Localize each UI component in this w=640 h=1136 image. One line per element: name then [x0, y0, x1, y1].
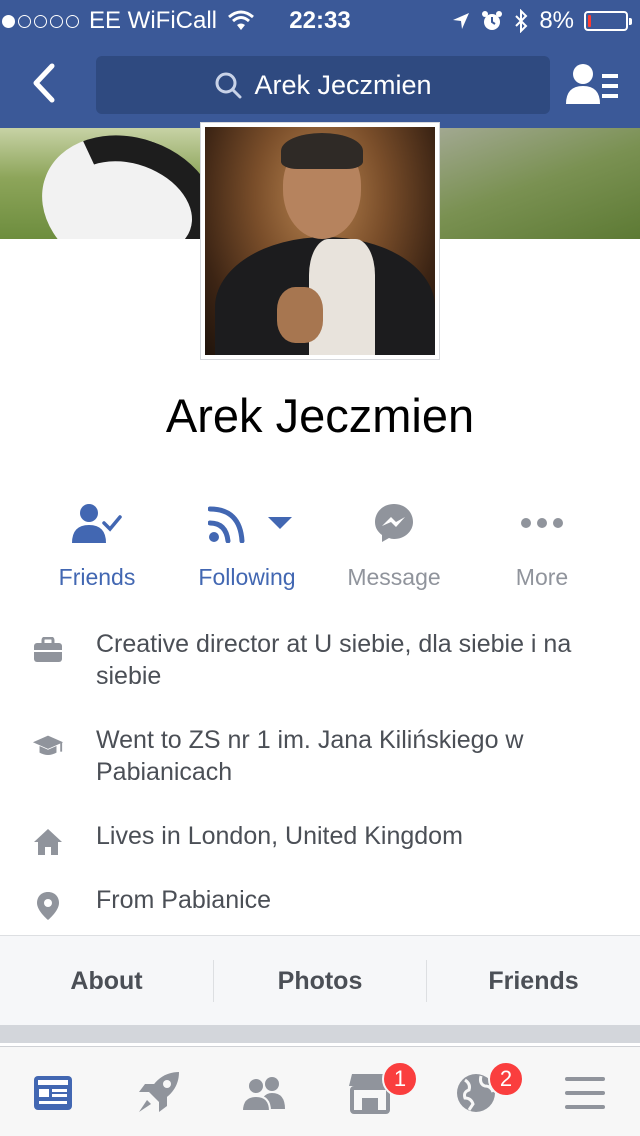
profile-tabs: About Photos Friends	[0, 935, 640, 1025]
notifications-badge: 2	[488, 1061, 524, 1097]
status-bar: EE WiFiCall 22:33 8%	[0, 0, 640, 40]
friends-button-label: Friends	[58, 564, 136, 590]
profile-actions: Friends Following Message More	[0, 488, 640, 598]
tab-about[interactable]: About	[0, 936, 213, 1026]
tab-notifications[interactable]: 2	[446, 1061, 524, 1123]
menu-icon	[565, 1077, 605, 1109]
bluetooth-icon	[515, 9, 528, 33]
tab-menu[interactable]	[555, 1063, 615, 1123]
section-separator	[0, 1025, 640, 1043]
intro-education-text: Went to ZS nr 1 im. Jana Kilińskiego w P…	[96, 726, 524, 786]
tab-news-feed[interactable]	[23, 1063, 83, 1123]
location-pin-icon	[37, 892, 59, 920]
location-arrow-icon	[453, 13, 470, 29]
tab-friends-bar[interactable]	[234, 1063, 294, 1123]
status-right: 8%	[451, 7, 632, 35]
messenger-icon	[375, 504, 413, 542]
profile-picture[interactable]	[200, 122, 440, 360]
more-button-label: More	[515, 564, 569, 590]
following-button-label: Following	[198, 564, 296, 590]
message-button[interactable]: Message	[319, 488, 469, 598]
graduation-cap-icon	[32, 735, 64, 755]
battery-icon	[584, 11, 632, 31]
rss-follow-icon	[208, 506, 245, 543]
home-icon	[34, 829, 62, 855]
search-icon	[215, 72, 242, 99]
intro-from-text: From Pabianice	[96, 886, 272, 914]
friends-icon	[241, 1077, 285, 1111]
alarm-icon	[482, 11, 503, 30]
tab-photos[interactable]: Photos	[214, 936, 426, 1026]
briefcase-icon	[34, 637, 62, 662]
following-button[interactable]: Following	[172, 488, 322, 598]
news-feed-icon	[34, 1076, 72, 1110]
marketplace-badge: 1	[382, 1061, 418, 1097]
rocket-icon	[139, 1072, 179, 1112]
friends-check-icon	[72, 504, 122, 543]
more-button[interactable]: More	[467, 488, 617, 598]
chevron-down-icon	[268, 517, 292, 529]
top-bar: EE WiFiCall 22:33 8% Arek Jeczmien	[0, 0, 640, 128]
nav-bar: Arek Jeczmien	[0, 40, 640, 128]
message-button-label: Message	[347, 564, 441, 590]
back-chevron-icon[interactable]	[24, 58, 64, 108]
tab-marketplace[interactable]: 1	[340, 1061, 418, 1123]
search-text: Arek Jeczmien	[254, 69, 432, 100]
tab-friends[interactable]: Friends	[427, 936, 640, 1026]
profile-name: Arek Jeczmien	[165, 389, 475, 442]
intro-lives-text: Lives in London, United Kingdom	[96, 822, 463, 850]
search-bar[interactable]: Arek Jeczmien	[96, 56, 550, 114]
tab-rocket[interactable]	[128, 1063, 188, 1123]
friend-requests-icon[interactable]	[566, 60, 618, 108]
battery-percent: 8%	[539, 7, 574, 34]
more-dots-icon	[521, 518, 563, 528]
intro-work-text: Creative director at U siebie, dla siebi…	[96, 630, 572, 690]
friends-button[interactable]: Friends	[22, 488, 172, 598]
bottom-tab-bar: 1 2	[0, 1046, 640, 1136]
